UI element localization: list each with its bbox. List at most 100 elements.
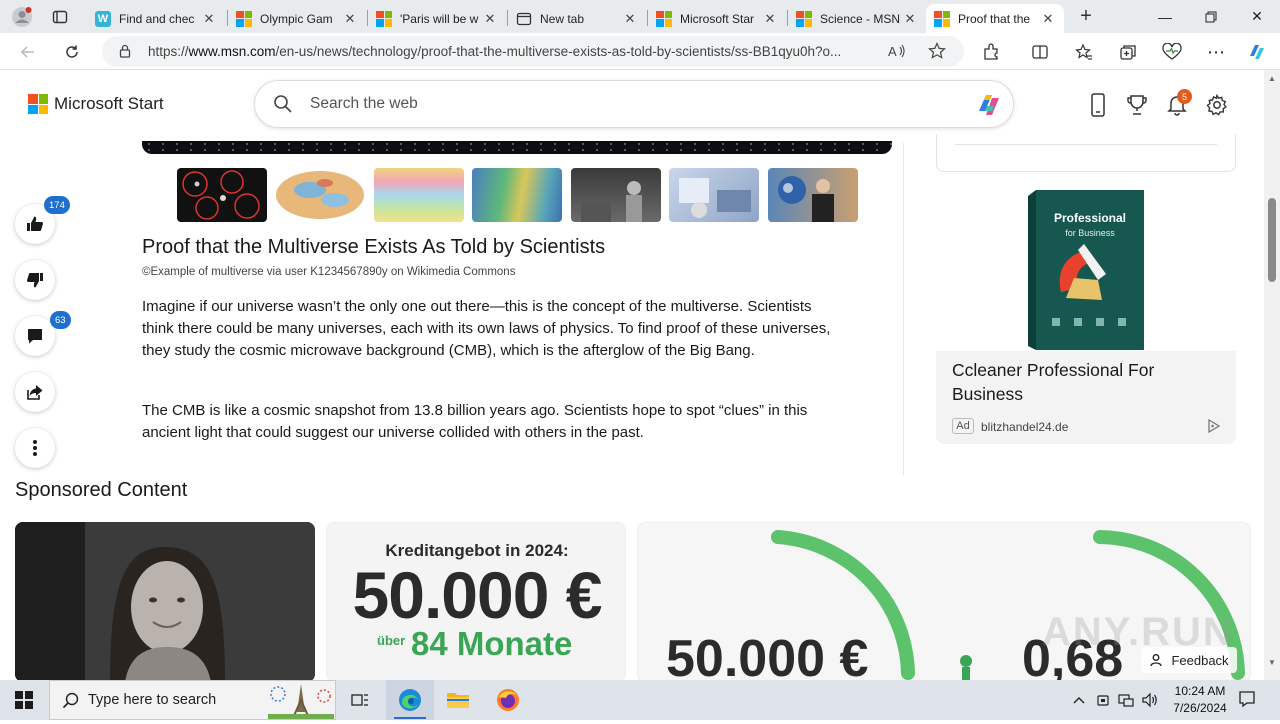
ad-image: Professional for Business [936,186,1236,351]
task-view-icon[interactable] [336,680,384,720]
tab-find-and-check[interactable]: W Find and chec ✕ [87,4,225,33]
close-tab-icon[interactable]: ✕ [622,11,638,27]
tab-title: Olympic Gam [260,11,333,26]
close-tab-icon[interactable]: ✕ [762,11,778,27]
tab-title: Microsoft Star [680,11,755,26]
new-tab-icon [516,11,532,27]
tab-microsoft-start[interactable]: Microsoft Star ✕ [648,4,786,33]
sponsored-card[interactable]: Kreditangebot in 2024: 50.000 € über 84 … [326,522,626,680]
thumbs-down-icon [27,273,43,288]
new-tab-plus-icon[interactable]: + [1072,4,1100,29]
close-tab-icon[interactable]: ✕ [201,11,217,27]
tab-olympic-games[interactable]: Olympic Gam ✕ [228,4,366,33]
rewards-trophy-icon[interactable] [1122,90,1152,120]
mobile-phone-icon[interactable] [1083,90,1113,120]
tab-new-tab[interactable]: New tab ✕ [508,4,646,33]
msn-favicon-icon [376,10,392,27]
collections-icon[interactable] [1114,38,1142,66]
more-options-button[interactable] [15,428,55,468]
share-icon [27,385,43,400]
gallery-thumbnail[interactable] [177,168,267,222]
refresh-icon[interactable] [58,38,86,66]
ad-choices-icon[interactable] [1206,418,1222,434]
microsoft-logo-icon [28,94,48,114]
comments-button[interactable] [15,316,55,356]
edge-browser-taskbar-icon[interactable] [386,680,434,720]
volume-speaker-icon[interactable] [1140,690,1160,710]
gallery-thumbnail[interactable] [374,168,464,222]
feedback-icon [1150,654,1163,667]
image-caption: ©Example of multiverse via user K1234567… [142,266,516,278]
firefox-taskbar-icon[interactable] [484,680,532,720]
url-input[interactable]: https://www.msn.com/en-us/news/technolog… [102,36,964,67]
gallery-thumbnail[interactable] [472,168,562,222]
gallery-thumbnail[interactable] [571,168,661,222]
favorite-star-icon[interactable] [928,42,946,63]
system-clock[interactable]: 10:24 AM 7/26/2024 [1160,683,1240,717]
like-count-badge: 174 [44,196,70,214]
ad-box-subtitle: for Business [1065,228,1115,238]
web-search-input[interactable]: Search the web [254,80,1014,128]
gallery-thumbnail[interactable] [669,168,759,222]
dislike-button[interactable] [15,260,55,300]
url-path: /en-us/news/technology/proof-that-the-mu… [275,44,842,59]
back-arrow-icon[interactable] [14,38,42,66]
sponsored-woman-photo [15,522,315,680]
feedback-button[interactable]: Feedback [1141,647,1237,673]
taskbar-search-input[interactable]: Type here to search [49,680,336,720]
msn-favicon-icon [796,10,812,27]
network-ethernet-icon[interactable] [1116,690,1136,710]
gallery-thumbnail[interactable] [768,168,858,222]
tab-title: Proof that the [958,11,1031,26]
loan-term: 84 Monate [411,625,573,662]
close-tab-icon[interactable]: ✕ [482,11,498,27]
copilot-search-icon[interactable] [973,89,1005,126]
close-window-icon[interactable]: ✕ [1234,0,1280,33]
address-toolbar: https://www.msn.com/en-us/news/technolog… [0,33,1280,70]
close-tab-icon[interactable]: ✕ [342,11,358,27]
scroll-up-arrow-icon[interactable]: ▲ [1268,74,1276,83]
gallery-thumbnail[interactable] [275,168,365,222]
microsoft-start-logo[interactable]: Microsoft Start [28,94,164,114]
settings-gear-icon[interactable] [1202,90,1232,120]
notification-center-icon[interactable] [1237,689,1257,709]
tab-actions-icon[interactable] [46,4,74,29]
tab-proof-multiverse[interactable]: Proof that the ✕ [926,4,1064,33]
scroll-thumb[interactable] [1268,198,1276,282]
show-hidden-icons-chevron-icon[interactable] [1069,690,1089,710]
ad-title[interactable]: Ccleaner Professional For Business [952,358,1212,406]
file-explorer-taskbar-icon[interactable] [434,680,482,720]
sponsored-card[interactable] [15,522,315,680]
sponsored-content-heading: Sponsored Content [15,479,188,501]
article-title: Proof that the Multiverse Exists As Told… [142,236,606,258]
ccleaner-box-image: Professional for Business [1028,190,1144,350]
url-host: www.msn.com [188,44,276,59]
tab-science-msn[interactable]: Science - MSN ✕ [788,4,926,33]
share-button[interactable] [15,372,55,412]
minimize-window-icon[interactable]: — [1142,0,1188,33]
ad-card[interactable]: Professional for Business Ccleaner Profe… [936,186,1236,444]
article-paragraph: Imagine if our universe wasn’t the only … [142,298,831,359]
lock-icon[interactable] [118,44,132,61]
copilot-icon[interactable] [1243,38,1271,66]
url-prefix: https:// [148,44,189,59]
tab-paris[interactable]: 'Paris will be w ✕ [368,4,506,33]
split-screen-icon[interactable] [1026,38,1054,66]
close-tab-icon[interactable]: ✕ [902,11,918,27]
browser-essentials-icon[interactable] [1158,38,1186,66]
restore-window-icon[interactable] [1188,0,1234,33]
scroll-down-arrow-icon[interactable]: ▼ [1268,658,1276,667]
tab-title: Find and chec [119,11,195,26]
brand-name: Microsoft Start [54,94,164,113]
extensions-icon[interactable] [977,38,1005,66]
network-vpn-icon[interactable] [1093,690,1113,710]
favorites-icon[interactable] [1070,38,1098,66]
close-tab-icon[interactable]: ✕ [1040,11,1056,27]
read-aloud-icon[interactable]: A [888,43,906,62]
msn-header: Microsoft Start Search the web 5 [0,70,1264,143]
start-button[interactable] [0,680,48,720]
profile-avatar-icon[interactable] [8,4,36,29]
column-divider [903,143,904,475]
page-scrollbar[interactable]: ▲ ▼ [1264,70,1280,680]
settings-more-icon[interactable]: ⋯ [1202,38,1230,66]
